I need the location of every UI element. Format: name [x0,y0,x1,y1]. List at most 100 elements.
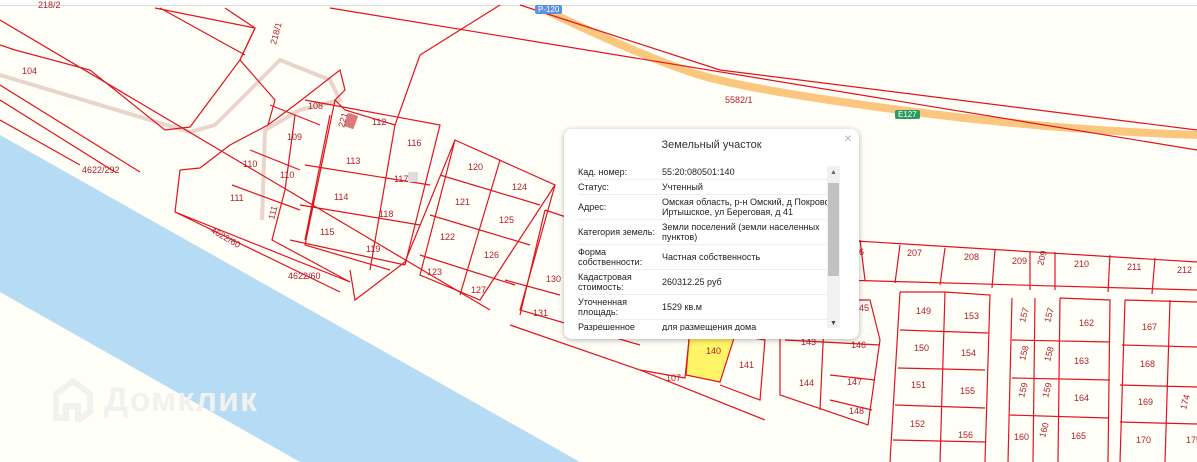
parcel-label: 108 [308,101,323,111]
info-value: 260312.25 руб [662,277,722,287]
parcel-label: 169 [1138,397,1153,407]
parcel-label: 4622/60 [209,225,242,250]
building [408,172,418,182]
parcel-label: 114 [334,192,348,202]
parcel-label: 218/2 [38,0,61,10]
parcel-label: 144 [799,378,814,388]
parcel-label: 4622/292 [82,165,120,175]
parcel-label: 150 [914,343,929,353]
parcel-label: 155 [960,386,975,396]
road-shield-r120: Р-120 [535,5,563,14]
parcel-label: 209 [1012,256,1027,266]
road-shield-e127: E127 [895,110,920,119]
parcel-label: 159 [1016,381,1030,398]
parcel-label: 141 [739,360,754,370]
parcel-label: 157 [1017,306,1031,323]
info-row: Кад. номер: 55:20:080501:140 [578,165,840,180]
scroll-up-icon[interactable]: ▲ [827,169,840,176]
house-logo-icon [53,378,93,422]
info-value: для размещения дома [662,322,757,331]
parcel-label: 107 [666,373,681,383]
parcel-label: 170 [1136,435,1151,445]
parcel-label: 122 [440,232,455,242]
info-row: Уточненная площадь: 1529 кв.м [578,295,840,320]
parcel-label: 130 [546,274,561,284]
parcel-label: 163 [1074,356,1089,366]
scroll-down-icon[interactable]: ▼ [827,320,840,327]
highway [543,6,1197,139]
parcel-label: 151 [911,380,926,390]
parcel-label: 123 [427,267,442,277]
parcel-label: 158 [1042,345,1056,362]
parcel-label: 116 [407,138,421,148]
info-key: Категория земель: [578,227,655,237]
info-value: Земли поселений (земли населенных пункто… [662,222,820,242]
info-value: Частная собственность [662,252,761,262]
parcel-label: 4622/60 [288,271,321,281]
info-key: Адрес: [578,202,607,212]
parcel-label: 131 [533,308,548,318]
info-value: Омская область, р-н Омский, д Покрово-Ир… [662,197,833,217]
parcel-label: 174 [1178,393,1192,410]
info-key: Кадастровая стоимость: [578,272,632,292]
parcel-label: 167 [1142,322,1157,332]
parcel-label: 115 [320,227,334,237]
info-row: Категория земель: Земли поселений (земли … [578,220,840,245]
parcel-label: 112 [372,117,386,127]
parcel-label: 149 [916,306,931,316]
popup-scrollbar[interactable]: ▲ ▼ [827,166,840,328]
parcel-label: 121 [455,197,470,207]
info-row: Статус: Учтенный [578,180,840,195]
parcel-label: 140 [706,346,721,356]
info-value: 1529 кв.м [662,302,702,312]
parcel-label: 159 [1040,381,1054,398]
parcel-label: 148 [849,406,864,416]
parcel-label: 152 [910,419,925,429]
popup-title: Земельный участок [661,139,762,151]
parcel-label: 153 [964,311,979,321]
parcel-label: 146 [851,340,866,350]
parcel-info-table[interactable]: Кад. номер: 55:20:080501:140 Статус: Учтенн… [578,165,840,331]
parcel-label: 147 [847,377,862,387]
parcel-label: 110 [243,159,257,169]
info-key: Кад. номер: [578,167,628,177]
parcel-label: 110 [280,170,294,180]
parcel-label: 212 [1177,265,1192,275]
parcel-label: 164 [1074,393,1089,403]
domclick-watermark: Домклик [52,378,258,422]
watermark-text: Домклик [104,380,259,419]
info-row: Разрешенное для размещения дома [578,320,840,331]
parcel-label: 5582/1 [725,95,753,105]
parcel-label: 109 [287,132,302,142]
info-value: 55:20:080501:140 [662,167,735,177]
parcel-label: 126 [484,250,499,260]
info-value: Учтенный [662,182,703,192]
parcel-label: 124 [512,182,527,192]
parcel-label: 156 [958,430,973,440]
parcel-label: 113 [346,156,360,166]
parcel-label: 165 [1071,431,1086,441]
info-row: Адрес: Омская область, р-н Омский, д Покр… [578,195,840,220]
parcel-label: 210 [1074,259,1089,269]
info-key: Разрешенное [578,322,635,331]
parcel-label: 118 [379,209,393,219]
parcel-label: 168 [1140,359,1155,369]
parcel-info-popup: × Земельный участок Кад. номер: 55:20:080… [564,129,859,339]
parcel-label: 104 [22,66,37,76]
parcel-label: 207 [907,248,922,258]
parcel-label: 119 [366,244,380,254]
scroll-thumb[interactable] [828,183,839,276]
parcel-label: 162 [1079,318,1094,328]
parcel-label: 117 [394,174,408,184]
parcel-label: 211 [1127,262,1141,272]
info-key: Уточненная площадь: [578,297,628,317]
parcel-label: 127 [471,285,486,295]
parcel-label: 175 [1186,435,1197,445]
info-key: Форма собственности: [578,247,643,267]
parcel-label: 208 [964,252,979,262]
info-row: Форма собственности: Частная собственност… [578,245,840,270]
parcel-label: 158 [1017,344,1031,361]
parcel-label: 160 [1037,421,1051,438]
parcel-label: 218/1 [268,21,283,45]
info-key: Статус: [578,182,609,192]
